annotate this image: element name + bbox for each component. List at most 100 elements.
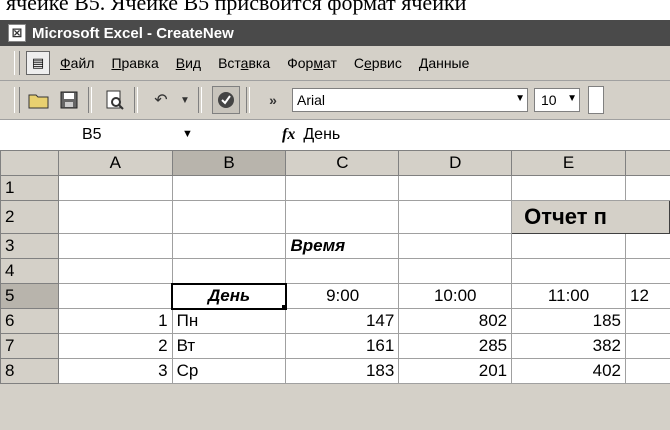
column-header[interactable]: D xyxy=(398,150,513,176)
print-preview-icon[interactable] xyxy=(102,87,128,113)
workbook-icon[interactable]: ▤ xyxy=(26,51,50,75)
cell[interactable] xyxy=(398,233,513,259)
chevron-down-icon[interactable]: ▼ xyxy=(515,93,525,104)
window-title: Microsoft Excel - CreateNew xyxy=(32,24,234,42)
cell-value: День xyxy=(207,286,251,305)
cell[interactable]: 10:00 xyxy=(398,283,513,309)
undo-dropdown-icon[interactable]: ▼ xyxy=(178,87,192,113)
menu-bar: ▤ Файл Правка Вид Вставка Формат Сервис … xyxy=(0,46,670,81)
row-header[interactable]: 8 xyxy=(0,358,59,384)
row-header[interactable]: 1 xyxy=(0,175,59,201)
cell[interactable] xyxy=(57,258,173,284)
cell[interactable]: 2 xyxy=(57,333,173,359)
toolbar-separator xyxy=(88,87,92,113)
menu-tools[interactable]: Сервис xyxy=(354,55,402,71)
column-header[interactable]: E xyxy=(511,150,626,176)
menu-format[interactable]: Формат xyxy=(287,55,337,71)
save-disk-icon[interactable] xyxy=(56,87,82,113)
cell[interactable]: Пн xyxy=(171,308,287,334)
cell[interactable]: Вт xyxy=(171,333,287,359)
cell[interactable] xyxy=(57,200,173,234)
column-header[interactable] xyxy=(625,150,670,176)
cell[interactable] xyxy=(625,258,670,284)
menu-view[interactable]: Вид xyxy=(176,55,201,71)
font-size-value: 10 xyxy=(541,92,557,108)
cell[interactable] xyxy=(398,175,513,201)
cell[interactable] xyxy=(511,233,626,259)
cell[interactable]: 11:00 xyxy=(511,283,626,309)
font-size-select[interactable]: 10 ▼ xyxy=(534,88,580,112)
cell[interactable] xyxy=(625,175,670,201)
cell[interactable] xyxy=(285,258,400,284)
row-header[interactable]: 4 xyxy=(0,258,59,284)
select-all-corner[interactable] xyxy=(0,150,59,176)
cell[interactable]: 183 xyxy=(285,358,400,384)
title-bar[interactable]: ⊠ Microsoft Excel - CreateNew xyxy=(0,20,670,46)
cell[interactable] xyxy=(625,233,670,259)
cell[interactable] xyxy=(171,258,287,284)
cell[interactable]: 3 xyxy=(57,358,173,384)
cell[interactable]: 382 xyxy=(511,333,626,359)
font-name-select[interactable]: Arial ▼ xyxy=(292,88,528,112)
cell[interactable]: 9:00 xyxy=(285,283,400,309)
cell[interactable]: 12 xyxy=(625,283,670,309)
cell[interactable]: 201 xyxy=(398,358,513,384)
row-header[interactable]: 7 xyxy=(0,333,59,359)
menubar-grip[interactable] xyxy=(14,51,20,75)
toolbar-grip[interactable] xyxy=(14,87,20,113)
function-icon[interactable]: fx xyxy=(282,126,295,144)
cell[interactable]: 1 xyxy=(57,308,173,334)
toolbar-separator xyxy=(134,87,138,113)
excel-app-icon[interactable]: ⊠ xyxy=(8,24,26,42)
cell[interactable]: 285 xyxy=(398,333,513,359)
cell[interactable] xyxy=(285,175,400,201)
menu-file[interactable]: Файл xyxy=(60,55,94,71)
report-title-cell[interactable]: Отчет п xyxy=(511,200,670,234)
cell[interactable] xyxy=(171,200,287,234)
cell[interactable] xyxy=(398,258,513,284)
row-header[interactable]: 5 xyxy=(0,283,59,309)
cell[interactable]: 802 xyxy=(398,308,513,334)
row-header[interactable]: 2 xyxy=(0,200,59,234)
cell[interactable] xyxy=(171,175,287,201)
cell[interactable] xyxy=(57,233,173,259)
menu-data[interactable]: Данные xyxy=(419,55,470,71)
open-folder-icon[interactable] xyxy=(26,87,52,113)
row-header[interactable]: 6 xyxy=(0,308,59,334)
selected-cell-day[interactable]: День xyxy=(171,282,287,310)
row-header[interactable]: 3 xyxy=(0,233,59,259)
column-header[interactable]: B xyxy=(171,150,287,176)
cell[interactable]: 147 xyxy=(285,308,400,334)
standard-toolbar: ↶ ▼ » Arial ▼ 10 ▼ xyxy=(0,81,670,120)
cell[interactable] xyxy=(285,200,400,234)
cell[interactable] xyxy=(57,283,173,309)
toolbar-next-button[interactable] xyxy=(588,86,604,114)
cell[interactable]: Ср xyxy=(171,358,287,384)
fill-handle[interactable] xyxy=(281,304,284,307)
cell[interactable] xyxy=(625,308,670,334)
cell[interactable] xyxy=(511,175,626,201)
cell[interactable] xyxy=(625,333,670,359)
cell[interactable] xyxy=(398,200,513,234)
cell-time-label[interactable]: Время xyxy=(285,233,400,259)
undo-icon[interactable]: ↶ xyxy=(148,87,174,113)
column-header[interactable]: C xyxy=(285,150,400,176)
cell[interactable] xyxy=(57,175,173,201)
cell[interactable]: 161 xyxy=(285,333,400,359)
column-header[interactable]: A xyxy=(57,150,173,176)
menu-edit[interactable]: Правка xyxy=(111,55,158,71)
toolbar-separator xyxy=(198,87,202,113)
formula-bar: B5 ▼ fx День xyxy=(0,120,670,151)
cell[interactable] xyxy=(171,233,287,259)
chevron-down-icon[interactable]: ▼ xyxy=(567,93,577,104)
cell[interactable] xyxy=(625,358,670,384)
name-box[interactable]: B5 ▼ xyxy=(0,120,200,150)
cell[interactable] xyxy=(511,258,626,284)
chevron-down-icon[interactable]: ▼ xyxy=(182,128,193,140)
cell[interactable]: 185 xyxy=(511,308,626,334)
toolbar-overflow-icon[interactable]: » xyxy=(260,87,286,113)
formula-input[interactable]: День xyxy=(303,126,340,144)
cell[interactable]: 402 xyxy=(511,358,626,384)
recognition-tool-icon[interactable] xyxy=(212,86,240,114)
menu-insert[interactable]: Вставка xyxy=(218,55,270,71)
